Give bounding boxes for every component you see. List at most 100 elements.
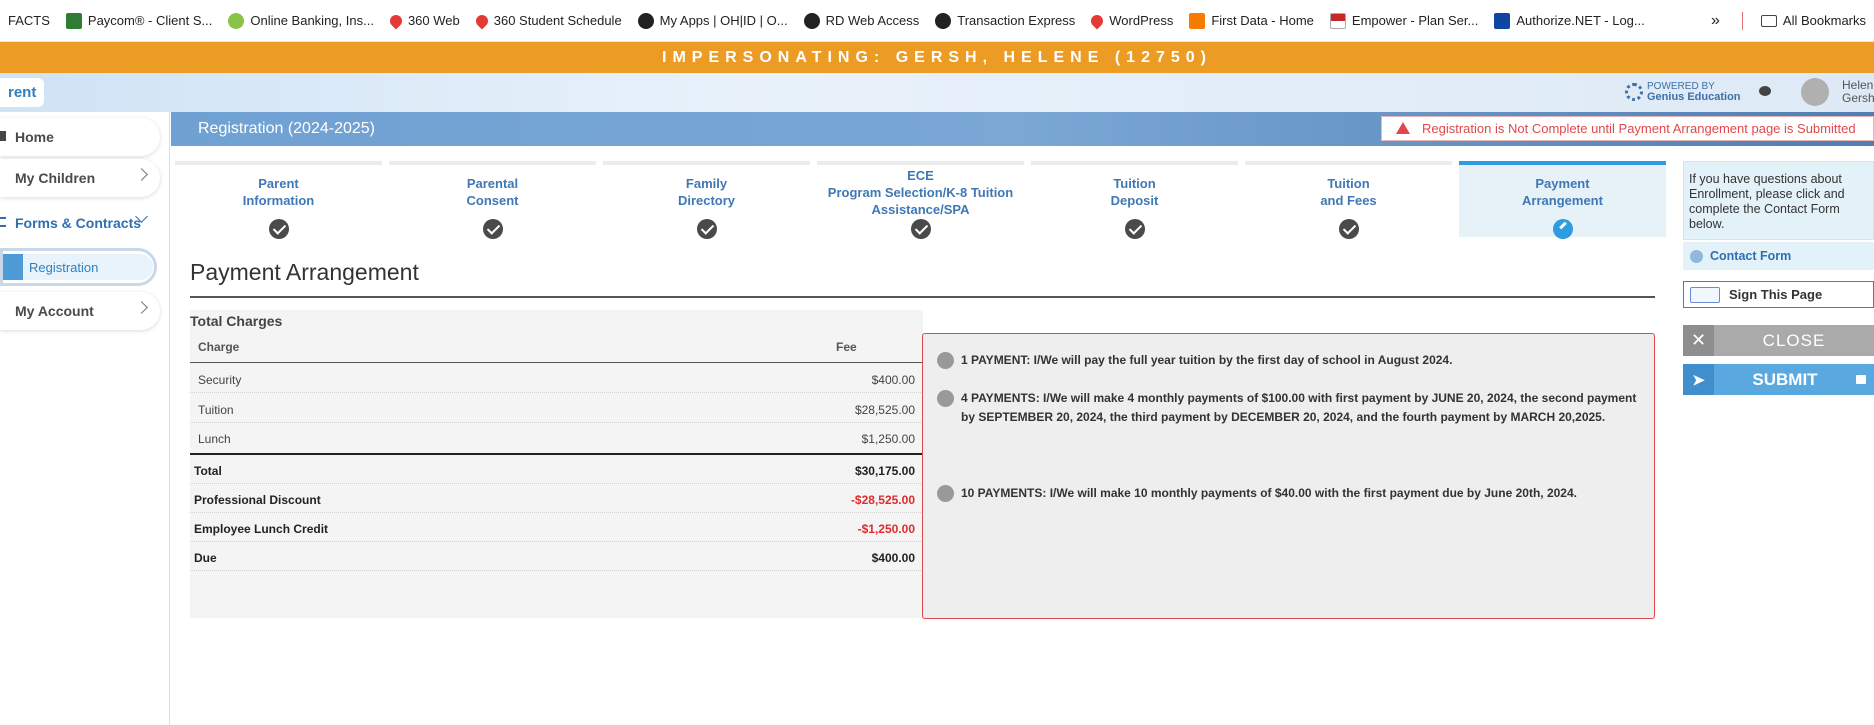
payment-option-text: 1 PAYMENT: I/We will pay the full year t… — [961, 353, 1453, 367]
close-label: CLOSE — [1762, 330, 1826, 350]
sidebar-item-home[interactable]: Home — [0, 118, 160, 156]
drop-icon — [387, 12, 405, 29]
sidebar: Home My Children Forms & Contracts My Ac… — [0, 112, 170, 725]
sidebar-item-registration[interactable]: Registration — [0, 248, 157, 286]
step-label: Parent — [258, 176, 299, 191]
step-ece-program-selection[interactable]: ECE Program Selection/K-8 Tuition Assist… — [817, 161, 1024, 239]
step-parent-information[interactable]: Parent Information — [175, 161, 382, 239]
bookmark-empower[interactable]: Empower - Plan Ser... — [1322, 7, 1486, 35]
submit-label: SUBMIT — [1752, 369, 1818, 389]
step-tuition-deposit[interactable]: Tuition Deposit — [1031, 161, 1238, 239]
step-payment-arrangement[interactable]: Payment Arrangement — [1459, 161, 1666, 239]
bookmark-transaction-express[interactable]: Transaction Express — [927, 7, 1083, 35]
bookmark-authorize-net[interactable]: Authorize.NET - Log... — [1486, 7, 1652, 35]
step-tuition-and-fees[interactable]: Tuition and Fees — [1245, 161, 1452, 239]
bookmark-label: My Apps | OH|ID | O... — [659, 13, 788, 28]
avatar[interactable] — [1801, 78, 1829, 106]
flag-icon — [1329, 12, 1346, 29]
step-family-directory[interactable]: Family Directory — [603, 161, 810, 239]
check-icon — [696, 219, 717, 239]
sidebar-item-label: Home — [15, 129, 54, 145]
check-icon — [268, 219, 289, 239]
bookmark-wordpress[interactable]: WordPress — [1083, 7, 1181, 35]
sidebar-item-label: Forms & Contracts — [15, 215, 142, 231]
bookmark-label: 360 Student Schedule — [493, 13, 622, 28]
bookmark-360-web[interactable]: 360 Web — [382, 7, 468, 35]
bookmark-facts[interactable]: FACTS — [0, 7, 58, 35]
check-icon — [910, 219, 931, 239]
bookmark-label: WordPress — [1109, 13, 1174, 28]
column-header-charge: Charge — [198, 340, 240, 354]
globe-icon — [935, 12, 952, 29]
summary-label: Professional Discount — [194, 493, 321, 507]
unlock-icon — [1856, 375, 1866, 384]
payment-option-text: 4 PAYMENTS: I/We will make 4 monthly pay… — [961, 391, 1637, 424]
charge-name: Lunch — [198, 432, 231, 446]
bookmark-360-student-schedule[interactable]: 360 Student Schedule — [468, 7, 630, 35]
portal-brand[interactable]: rent — [0, 78, 45, 107]
sidebar-item-forms-contracts[interactable]: Forms & Contracts — [0, 204, 160, 242]
bookmark-first-data[interactable]: First Data - Home — [1181, 7, 1322, 35]
check-icon — [1124, 219, 1145, 239]
charge-name: Tuition — [198, 403, 234, 417]
paycom-icon — [65, 12, 82, 29]
check-icon — [482, 219, 503, 239]
divider — [190, 362, 923, 363]
chevron-right-icon — [135, 301, 148, 314]
summary-label: Employee Lunch Credit — [194, 522, 329, 536]
radio-button[interactable] — [937, 352, 954, 369]
step-label: Parental — [466, 176, 519, 191]
summary-row-employee-lunch-credit: Employee Lunch Credit -$1,250.00 — [190, 513, 923, 542]
square-icon — [1189, 12, 1206, 29]
radio-button[interactable] — [937, 485, 954, 502]
bookmark-label: Transaction Express — [957, 13, 1076, 28]
bookmark-my-apps[interactable]: My Apps | OH|ID | O... — [630, 7, 796, 35]
sidebar-item-my-children[interactable]: My Children — [0, 159, 160, 197]
app-header: rent POWERED BY Genius Education — [0, 73, 1874, 112]
bookmark-label: First Data - Home — [1211, 13, 1314, 28]
globe-icon — [637, 12, 654, 29]
charge-fee: $28,525.00 — [854, 403, 915, 417]
chat-icon[interactable] — [1759, 86, 1771, 96]
bookmark-label: FACTS — [8, 13, 50, 28]
charge-fee: $400.00 — [871, 373, 915, 387]
submit-button[interactable]: ➤ SUBMIT — [1683, 364, 1874, 395]
user-name[interactable]: Helen Gersh — [1842, 79, 1874, 105]
incomplete-warning: Registration is Not Complete until Payme… — [1381, 116, 1874, 141]
bookmark-paycom[interactable]: Paycom® - Client S... — [58, 7, 220, 35]
divider — [190, 296, 1655, 298]
summary-value: -$1,250.00 — [857, 522, 915, 536]
contact-form-link[interactable]: Contact Form — [1683, 242, 1874, 270]
bookmark-rd-web-access[interactable]: RD Web Access — [796, 7, 928, 35]
sign-page-label: Sign This Page — [1729, 287, 1823, 302]
powered-by: POWERED BY Genius Education — [1625, 81, 1741, 103]
payment-option-4[interactable]: 4 PAYMENTS: I/We will make 4 monthly pay… — [937, 389, 1637, 427]
radio-button[interactable] — [937, 390, 954, 407]
close-button[interactable]: ✕ CLOSE — [1683, 325, 1874, 356]
step-label: ECE — [907, 168, 934, 183]
sidebar-item-label: My Children — [15, 170, 96, 186]
sign-page-button[interactable]: Sign This Page — [1683, 281, 1874, 308]
bookmarks-bar: FACTS Paycom® - Client S... Online Banki… — [0, 0, 1874, 42]
bookmark-label: Online Banking, Ins... — [250, 13, 374, 28]
summary-row-due: Due $400.00 — [190, 542, 923, 571]
powered-by-name: Genius Education — [1647, 91, 1741, 103]
impersonation-banner: IMPERSONATING: GERSH, HELENE (12750) — [0, 42, 1874, 73]
payment-options-box: 1 PAYMENT: I/We will pay the full year t… — [922, 333, 1655, 619]
all-bookmarks-button[interactable]: All Bookmarks — [1753, 7, 1874, 35]
step-parental-consent[interactable]: Parental Consent — [389, 161, 596, 239]
bank-icon — [228, 12, 245, 29]
contact-form-label: Contact Form — [1710, 249, 1792, 263]
powered-by-text: POWERED BY Genius Education — [1647, 81, 1741, 103]
all-bookmarks-label: All Bookmarks — [1782, 13, 1866, 28]
payment-option-1[interactable]: 1 PAYMENT: I/We will pay the full year t… — [937, 351, 1637, 370]
bookmarks-overflow-button[interactable]: » — [1699, 12, 1732, 30]
step-label: Family — [685, 176, 728, 191]
question-icon — [1690, 249, 1703, 263]
payment-option-10[interactable]: 10 PAYMENTS: I/We will make 10 monthly p… — [937, 484, 1637, 503]
sidebar-item-my-account[interactable]: My Account — [0, 292, 160, 330]
bookmark-online-banking[interactable]: Online Banking, Ins... — [220, 7, 382, 35]
enrollment-help-text: If you have questions about Enrollment, … — [1683, 161, 1874, 240]
step-label: Assistance/SPA — [871, 202, 970, 217]
summary-label: Total — [194, 464, 222, 478]
